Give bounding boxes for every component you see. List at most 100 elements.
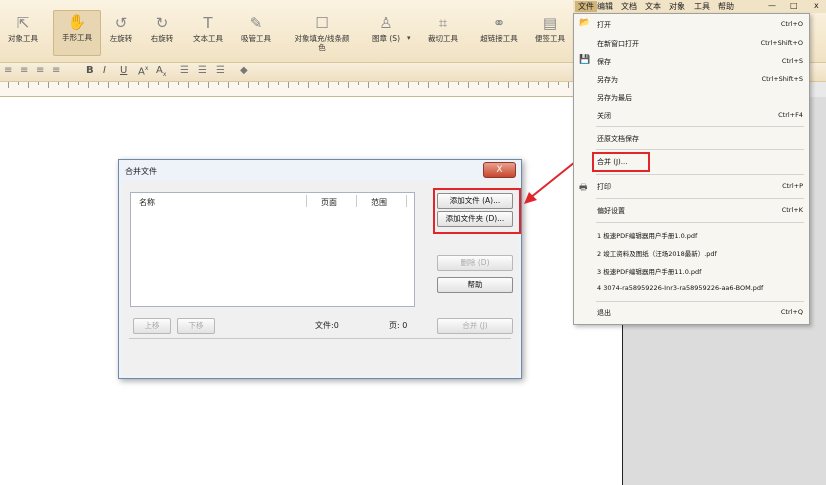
note-tool-button[interactable]: ▤ 便签工具 [530,12,570,56]
superscript-icon[interactable]: Ax [138,65,148,77]
align-center-icon[interactable]: ≡ [20,65,28,76]
ruler-tick [418,82,419,85]
menu-item-save[interactable]: 保存 [597,57,611,67]
ruler-tick [528,82,529,88]
text-icon: T [203,14,213,32]
recent-file-4[interactable]: 4 3074-ra58959226-Inr3-ra58959226-aa6-BO… [597,284,763,292]
ruler-tick [8,82,9,88]
indent-icon[interactable]: ☰ [198,65,207,76]
align-right-icon[interactable]: ≡ [36,65,44,76]
menu-text[interactable]: 文本 [645,1,661,12]
menu-item-open-new-window[interactable]: 在新窗口打开 [597,39,639,49]
recent-file-1[interactable]: 1 极速PDF编辑器用户手册1.0.pdf [597,230,697,240]
delete-button[interactable]: 删除 (D) [437,255,513,271]
bold-icon[interactable]: B [86,65,94,76]
menu-tools[interactable]: 工具 [694,1,710,12]
ruler-tick [238,82,239,85]
hand-tool-button[interactable]: ✋ 手形工具 [53,10,101,56]
rotate-right-button[interactable]: ↻ 右旋转 [145,12,179,56]
stamp-dropdown-icon[interactable]: ▾ [407,34,411,42]
ruler-tick [138,82,139,85]
column-divider [356,195,357,207]
menu-item-exit[interactable]: 退出 [597,308,611,318]
justify-icon[interactable]: ≡ [52,65,60,76]
ruler-tick [468,82,469,88]
ruler-tick [318,82,319,85]
menu-shortcut: Ctrl+S [781,57,803,65]
link-tool-button[interactable]: ⚭ 超链接工具 [474,12,524,56]
menu-bar: 文件 编辑 文档 文本 对象 工具 帮助 — □ x [573,0,826,13]
recent-file-2[interactable]: 2 竣工资料及图纸（汪场2018最新）.pdf [597,248,717,258]
menu-item-restore-save[interactable]: 还原文档保存 [597,134,639,144]
crop-tool-button[interactable]: ⌗ 裁切工具 [423,12,463,56]
move-down-button[interactable]: 下移 [177,318,215,334]
ruler-tick [458,82,459,85]
ruler-tick [398,82,399,85]
cursor-icon: ⇱ [16,14,30,32]
eyedropper-icon: ✎ [249,14,263,32]
menu-item-save-as[interactable]: 另存为 [597,75,618,85]
underline-icon[interactable]: U [120,65,127,76]
ruler-tick [218,82,219,85]
column-name[interactable]: 名称 [139,197,155,208]
ruler-tick [108,82,109,88]
menu-object[interactable]: 对象 [669,1,685,12]
ruler-tick [98,82,99,85]
ruler-tick [38,82,39,85]
recent-file-3[interactable]: 3 极速PDF编辑器用户手册11.0.pdf [597,266,701,276]
files-count: 文件:0 [315,321,339,330]
menu-shortcut: Ctrl+K [781,206,803,214]
move-up-button[interactable]: 上移 [133,318,171,334]
dialog-close-button[interactable]: X [483,162,516,178]
menu-item-close[interactable]: 关闭 [597,111,611,121]
ruler-tick [438,82,439,85]
outdent-icon[interactable]: ☰ [216,65,225,76]
ruler-tick [68,82,69,88]
ruler-tick [448,82,449,88]
menu-file[interactable]: 文件 [575,1,597,12]
close-window-button[interactable]: x [814,1,819,10]
menu-shortcut: Ctrl+Q [780,308,803,316]
menu-item-preferences[interactable]: 偏好设置 [597,206,625,216]
add-file-button[interactable]: 添加文件 (A)... [437,193,513,209]
fill-color-button[interactable]: ☐ 对象填充/线条颜 色 [286,12,358,56]
ruler-tick [428,82,429,88]
file-list[interactable]: 名称 页面 范围 [130,192,415,307]
column-range[interactable]: 范围 [371,197,387,208]
menu-help[interactable]: 帮助 [718,1,734,12]
merge-button[interactable]: 合并 (J) [437,318,513,334]
save-icon: 💾 [579,55,591,65]
column-pages[interactable]: 页面 [321,197,337,208]
ruler-tick [58,82,59,85]
printer-icon: 🖶 [579,183,588,193]
help-button[interactable]: 帮助 [437,277,513,293]
text-tool-button[interactable]: T 文本工具 [188,12,228,56]
menu-shortcut: Ctrl+O [780,20,803,28]
align-left-icon[interactable]: ≡ [4,65,12,76]
italic-icon[interactable]: I [103,65,106,76]
subscript-icon[interactable]: Ax [156,65,166,78]
ruler-tick [338,82,339,85]
restore-button[interactable]: □ [790,1,798,10]
ruler-tick [128,82,129,88]
list-icon[interactable]: ☰ [180,65,189,76]
menu-item-merge[interactable]: 合并 (J)... [597,157,627,167]
add-folder-button[interactable]: 添加文件夹 (D)... [437,211,513,227]
stamp-tool-button[interactable]: ♙ 图章 (S) [366,12,406,56]
ruler-tick [368,82,369,88]
menu-separator [596,126,804,127]
rotate-left-button[interactable]: ↺ 左旋转 [104,12,138,56]
menu-document[interactable]: 文档 [621,1,637,12]
menu-item-save-as-last[interactable]: 另存为最后 [597,93,632,103]
menu-item-print[interactable]: 打印 [597,182,611,192]
menu-separator [596,222,804,223]
menu-item-open[interactable]: 打开 [597,20,611,30]
ruler-tick [228,82,229,88]
ruler-tick [208,82,209,88]
eyedropper-tool-button[interactable]: ✎ 吸管工具 [236,12,276,56]
ruler-tick [178,82,179,85]
menu-edit[interactable]: 编辑 [597,1,613,12]
object-tool-button[interactable]: ⇱ 对象工具 [4,12,42,56]
highlight-color-icon[interactable]: ◆ [240,65,248,76]
minimize-button[interactable]: — [768,1,776,10]
